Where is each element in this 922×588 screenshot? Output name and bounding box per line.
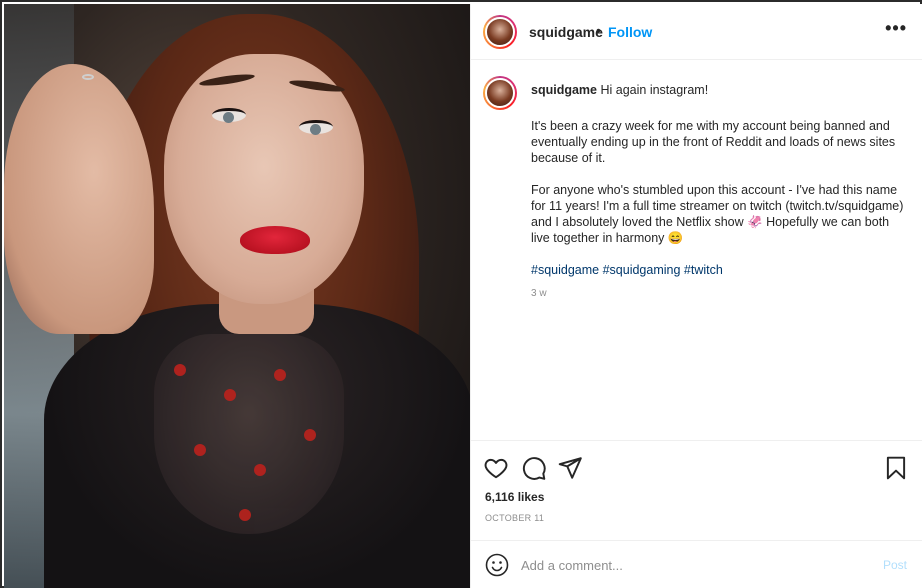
instagram-post-modal: squidgame • Follow ••• squidgame Hi agai… [0, 0, 922, 588]
caption-avatar[interactable] [483, 76, 517, 110]
post-username[interactable]: squidgame [529, 24, 603, 40]
photo-lips [240, 226, 310, 254]
cherry-print [174, 364, 186, 376]
post-sidebar: squidgame • Follow ••• squidgame Hi agai… [470, 4, 922, 588]
avatar[interactable] [483, 15, 517, 49]
hashtag-link[interactable]: #squidgaming [603, 263, 681, 277]
caption-first-line: Hi again instagram! [600, 83, 709, 97]
cherry-print [224, 389, 236, 401]
follow-button[interactable]: Follow [608, 24, 652, 40]
smiley-icon[interactable] [485, 553, 509, 577]
cherry-print [304, 429, 316, 441]
comment-bubble-icon[interactable] [521, 455, 547, 481]
cherry-print [254, 464, 266, 476]
post-header: squidgame • Follow ••• [471, 4, 922, 60]
bookmark-icon[interactable] [883, 455, 909, 481]
photo-mesh-top [154, 334, 344, 534]
post-comment-button[interactable]: Post [883, 558, 907, 572]
heart-icon[interactable] [483, 455, 509, 481]
separator-dot: • [596, 22, 601, 38]
photo-eye [299, 120, 333, 135]
photo-eye [212, 108, 246, 123]
comment-bar: Post [471, 540, 922, 588]
hashtag-link[interactable]: #twitch [684, 263, 723, 277]
photo-ring [82, 74, 94, 80]
cherry-print [194, 444, 206, 456]
caption-paragraph: For anyone who's stumbled upon this acco… [531, 183, 904, 245]
hashtag-list: #squidgame #squidgaming #twitch [531, 262, 905, 278]
caption-paragraph: It's been a crazy week for me with my ac… [531, 119, 896, 165]
post-caption: squidgame Hi again instagram! It's been … [531, 82, 905, 294]
hashtag-link[interactable]: #squidgame [531, 263, 599, 277]
post-date: OCTOBER 11 [485, 513, 545, 523]
cherry-print [274, 369, 286, 381]
post-photo[interactable] [4, 4, 470, 588]
more-options-icon[interactable]: ••• [885, 18, 907, 39]
time-ago[interactable]: 3 w [531, 288, 547, 299]
comment-input[interactable] [521, 556, 861, 574]
paper-plane-icon[interactable] [557, 455, 583, 481]
cherry-print [239, 509, 251, 521]
likes-count[interactable]: 6,116 likes [485, 490, 544, 504]
action-bar [471, 440, 922, 490]
caption-username[interactable]: squidgame [531, 83, 597, 97]
